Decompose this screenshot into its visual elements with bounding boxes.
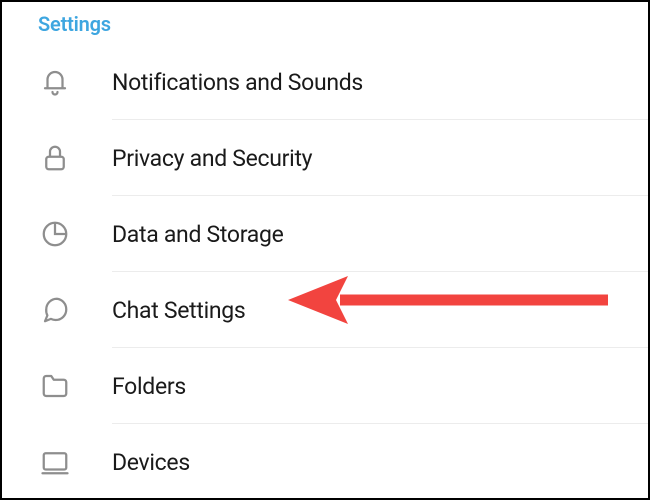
settings-item-data[interactable]: Data and Storage	[2, 196, 648, 272]
pie-icon	[2, 219, 112, 249]
settings-item-label: Privacy and Security	[112, 145, 312, 172]
settings-item-folders[interactable]: Folders	[2, 348, 648, 424]
settings-item-label: Devices	[112, 449, 190, 476]
device-icon	[2, 447, 112, 477]
settings-item-label: Notifications and Sounds	[112, 69, 363, 96]
bell-icon	[2, 67, 112, 97]
settings-item-label: Chat Settings	[112, 297, 245, 324]
settings-item-devices[interactable]: Devices	[2, 424, 648, 500]
settings-item-privacy[interactable]: Privacy and Security	[2, 120, 648, 196]
settings-item-notifications[interactable]: Notifications and Sounds	[2, 44, 648, 120]
settings-item-label: Folders	[112, 373, 186, 400]
settings-item-chat[interactable]: Chat Settings	[2, 272, 648, 348]
lock-icon	[2, 143, 112, 173]
section-header: Settings	[2, 2, 648, 44]
folder-icon	[2, 371, 112, 401]
settings-screen: Settings Notifications and Sounds Privac…	[0, 0, 650, 500]
settings-list: Notifications and Sounds Privacy and Sec…	[2, 44, 648, 500]
settings-item-label: Data and Storage	[112, 221, 283, 248]
chat-icon	[2, 295, 112, 325]
